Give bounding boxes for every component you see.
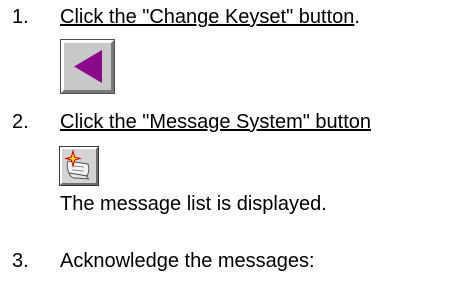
step-number: 2. (12, 111, 29, 133)
step-suffix: . (354, 6, 360, 28)
step-text: Click the "Change Keyset" button. (60, 5, 360, 29)
left-arrow-icon (74, 50, 102, 83)
step-link[interactable]: Click the "Message System" button (60, 111, 371, 133)
message-scroll-icon (64, 149, 90, 180)
step-link[interactable]: Click the "Change Keyset" button (60, 6, 354, 28)
step-text: Acknowledge the messages: (60, 250, 315, 272)
result-text: The message list is displayed. (60, 193, 327, 215)
message-system-button[interactable] (59, 146, 99, 186)
change-keyset-button[interactable] (60, 39, 115, 94)
step-number: 3. (12, 250, 29, 272)
step-number: 1. (12, 6, 29, 28)
step-text: Click the "Message System" button (60, 110, 371, 134)
